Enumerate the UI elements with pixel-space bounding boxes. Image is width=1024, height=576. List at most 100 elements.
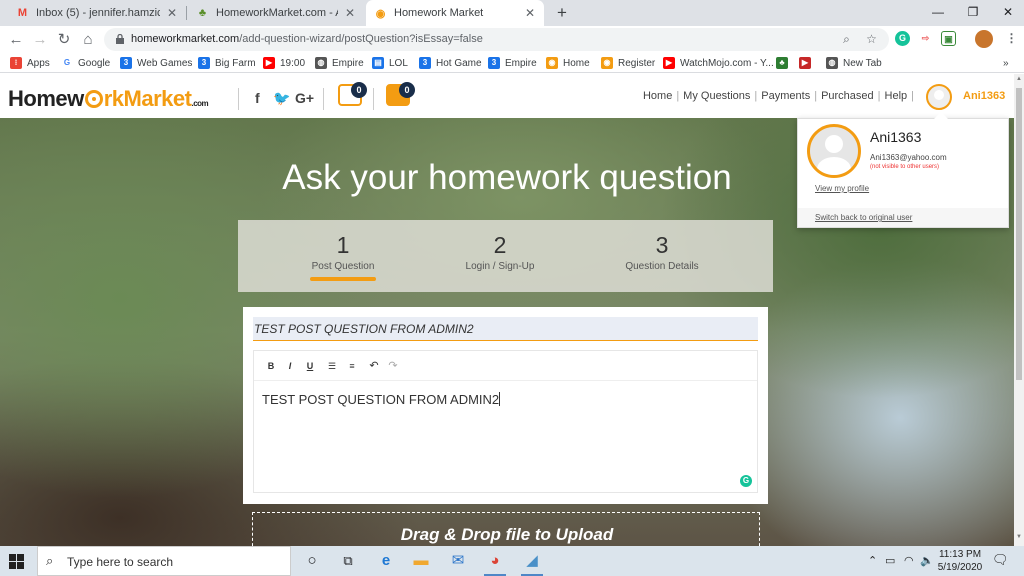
bookmark-web-games[interactable]: 3 Web Games: [120, 56, 192, 70]
bookmark-icon: ♣: [776, 57, 788, 69]
twitter-icon[interactable]: 🐦: [273, 90, 290, 107]
extension-icon[interactable]: ▣: [941, 31, 956, 46]
close-window-icon[interactable]: ✕: [990, 0, 1024, 26]
bookmark-icon-only[interactable]: ▶: [799, 56, 816, 70]
bulleted-list-icon[interactable]: ☰: [326, 360, 338, 372]
browser-toolbar: ← → ↻ ⌂ homeworkmarket.com/add-question-…: [0, 26, 1024, 53]
globe-icon: ◍: [315, 57, 327, 69]
more-bookmarks-icon[interactable]: »: [1003, 56, 1009, 70]
tab-gmail[interactable]: M Inbox (5) - jennifer.hamzic@gma ✕: [8, 0, 186, 26]
divider: [323, 88, 324, 110]
profile-email: Ani1363@yahoo.com: [870, 153, 947, 162]
question-title-input[interactable]: TEST POST QUESTION FROM ADMIN2: [253, 317, 758, 341]
edge-icon[interactable]: e: [375, 550, 397, 572]
google-plus-icon[interactable]: G+: [295, 90, 314, 106]
reload-icon[interactable]: ↻: [53, 29, 75, 51]
chrome-icon[interactable]: ◕: [484, 550, 506, 576]
task-view-icon[interactable]: ⧉: [337, 550, 359, 572]
undo-icon[interactable]: ↶: [368, 360, 380, 372]
switch-user-link[interactable]: Switch back to original user: [815, 213, 912, 222]
bookmark-label: Apps: [27, 57, 50, 69]
minimize-icon[interactable]: —: [920, 0, 956, 26]
bookmark-icon-only[interactable]: ♣: [776, 56, 793, 70]
cortana-icon[interactable]: ○: [301, 550, 323, 572]
file-explorer-icon[interactable]: ▬: [410, 550, 432, 572]
close-tab-icon[interactable]: ✕: [344, 6, 356, 20]
tab-divider: [186, 6, 187, 20]
homeworkmarket-favicon: ♣: [198, 7, 207, 19]
notifications-icon[interactable]: 🗨: [992, 552, 1009, 568]
bookmark-icon: ▶: [799, 57, 811, 69]
step-number: 1: [336, 232, 350, 258]
home-icon[interactable]: ⌂: [77, 29, 99, 51]
file-dropzone[interactable]: Drag & Drop file to Upload: [252, 512, 760, 546]
bookmark-register[interactable]: ◉ Register: [601, 56, 655, 70]
close-tab-icon[interactable]: ✕: [166, 6, 178, 20]
nav-home[interactable]: Home: [643, 90, 672, 102]
close-tab-icon[interactable]: ✕: [524, 6, 536, 20]
bookmark-lol[interactable]: ▤ LOL: [372, 56, 408, 70]
question-body-editor[interactable]: B I U ☰ ≡ ↶ ↷ TEST POST QUESTION FROM AD…: [253, 350, 758, 493]
tab-title: HomeworkMarket.com - Agent: [216, 7, 338, 19]
forward-arrow-icon[interactable]: →: [29, 29, 51, 51]
network-icon[interactable]: ◠: [904, 554, 914, 567]
nav-payments[interactable]: Payments: [761, 90, 810, 102]
bookmark-big-farm[interactable]: 3 Big Farm: [198, 56, 256, 70]
taskbar-search-box[interactable]: ⌕ Type here to search: [37, 546, 291, 576]
homework-market-favicon: ◉: [375, 7, 386, 20]
bookmark-label: Big Farm: [215, 57, 256, 69]
scrollbar-thumb[interactable]: [1016, 88, 1022, 380]
nav-help[interactable]: Help: [885, 90, 908, 102]
bookmark-new-tab[interactable]: ◍ New Tab: [826, 56, 882, 70]
profile-avatar-icon[interactable]: [975, 30, 993, 48]
profile-popup: Ani1363 Ani1363@yahoo.com (not visible t…: [797, 112, 1009, 228]
extension-icon[interactable]: ⇨: [918, 31, 933, 46]
address-bar[interactable]: homeworkmarket.com/add-question-wizard/p…: [104, 28, 889, 51]
bookmark-star-icon[interactable]: ☆: [864, 32, 879, 47]
username-link[interactable]: Ani1363: [963, 90, 1005, 102]
volume-icon[interactable]: 🔈: [920, 554, 934, 567]
bookmark-home[interactable]: ◉ Home: [546, 56, 590, 70]
site-logo[interactable]: Homew rkMarket.com: [8, 86, 209, 112]
restore-icon[interactable]: ❐: [955, 0, 991, 26]
numbered-list-icon[interactable]: ≡: [346, 360, 358, 372]
underline-button[interactable]: U: [304, 360, 316, 372]
bookmark-watchmojo[interactable]: ▶ WatchMojo.com - Y...: [663, 56, 774, 70]
url-domain: homeworkmarket.com: [131, 33, 240, 45]
bookmark-label: 19:00: [280, 57, 306, 69]
user-avatar[interactable]: [926, 84, 952, 110]
profile-popup-footer: Switch back to original user: [798, 208, 1008, 227]
bookmark-empire[interactable]: ◍ Empire: [315, 56, 364, 70]
back-arrow-icon[interactable]: ←: [5, 29, 27, 51]
tab-homeworkmarket-agent[interactable]: ♣ HomeworkMarket.com - Agent ✕: [188, 0, 364, 26]
italic-button[interactable]: I: [284, 360, 296, 372]
bookmark-apps[interactable]: ⁝ Apps: [10, 56, 50, 70]
battery-icon[interactable]: ▭: [885, 554, 895, 567]
new-tab-button[interactable]: +: [552, 3, 572, 23]
bookmark-google[interactable]: G Google: [61, 56, 110, 70]
mail-icon[interactable]: ✉: [447, 550, 469, 572]
bookmark-empire-2[interactable]: 3 Empire: [488, 56, 537, 70]
facebook-icon[interactable]: f: [255, 90, 260, 106]
scroll-up-icon[interactable]: ▲: [1015, 76, 1023, 84]
page-scrollbar[interactable]: ▲ ▼: [1014, 74, 1024, 546]
redo-icon[interactable]: ↷: [387, 360, 399, 372]
chrome-menu-icon[interactable]: ⋮: [1004, 31, 1019, 46]
grammarly-extension-icon[interactable]: G: [895, 31, 910, 46]
bookmark-hot-game[interactable]: 3 Hot Game: [419, 56, 482, 70]
bold-button[interactable]: B: [265, 360, 277, 372]
bookmark-label: Hot Game: [436, 57, 482, 69]
show-hidden-icons-icon[interactable]: ⌃: [868, 554, 877, 567]
nav-my-questions[interactable]: My Questions: [683, 90, 750, 102]
tab-homework-market[interactable]: ◉ Homework Market ✕: [366, 0, 544, 26]
system-clock[interactable]: 11:13 PM 5/19/2020: [934, 548, 986, 574]
view-profile-link[interactable]: View my profile: [815, 184, 869, 193]
grammarly-icon[interactable]: G: [740, 475, 752, 487]
windows-start-icon[interactable]: [9, 554, 24, 569]
zoom-search-icon[interactable]: ⌕: [839, 32, 854, 47]
nav-purchased[interactable]: Purchased: [821, 90, 874, 102]
apps-grid-icon: ⁝: [10, 57, 22, 69]
app-icon[interactable]: ◢: [521, 550, 543, 576]
bookmark-1900[interactable]: ▶ 19:00: [263, 56, 305, 70]
scroll-down-icon[interactable]: ▼: [1015, 534, 1023, 542]
